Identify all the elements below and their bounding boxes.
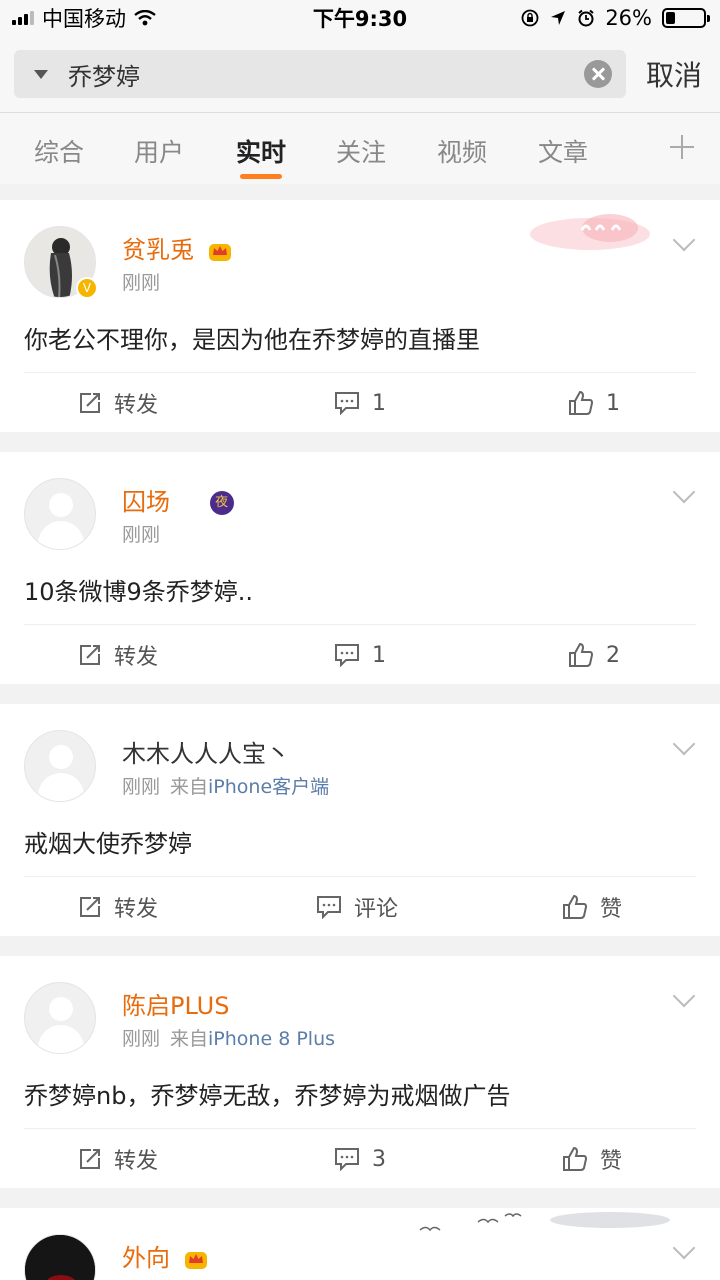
username[interactable]: 外向 [122, 1238, 208, 1273]
vip-crown-icon [208, 244, 231, 261]
night-badge-icon: 夜 [209, 491, 234, 515]
carrier-label: 中国移动 [42, 7, 126, 31]
repost-button[interactable]: 转发 [78, 373, 158, 433]
search-header: 乔梦婷 取消 [0, 36, 720, 112]
tab-users[interactable]: 用户 [134, 133, 184, 169]
repost-button[interactable]: 转发 [78, 877, 158, 937]
status-bar: 中国移动 下午9:30 26% [0, 0, 720, 36]
battery-icon [662, 8, 710, 28]
post-actions: 转发 1 1 [24, 372, 696, 432]
thumbs-up-icon [563, 894, 588, 919]
post-content[interactable]: 戒烟大使乔梦婷 [24, 824, 192, 859]
tab-realtime[interactable]: 实时 [236, 133, 286, 169]
post-source-link[interactable]: iPhone 8 Plus [208, 1028, 335, 1050]
username[interactable]: 木木人人人宝丶 [122, 734, 290, 769]
comment-button[interactable]: 评论 [316, 877, 398, 937]
comment-icon [335, 1148, 359, 1171]
post-content[interactable]: 10条微博9条乔梦婷.. [24, 572, 253, 607]
like-button[interactable]: 赞 [562, 1129, 622, 1189]
username[interactable]: 囚场 夜 [122, 482, 234, 517]
avatar[interactable] [24, 730, 96, 802]
avatar[interactable] [24, 1234, 96, 1280]
chevron-down-icon[interactable] [672, 984, 696, 1008]
vip-crown-icon [184, 1252, 207, 1269]
feed-card[interactable]: 外向 [0, 1208, 720, 1280]
like-button[interactable]: 赞 [562, 877, 622, 937]
tab-comprehensive[interactable]: 综合 [34, 133, 84, 169]
comment-icon [317, 896, 341, 919]
repost-button[interactable]: 转发 [78, 1129, 158, 1189]
search-box[interactable]: 乔梦婷 [14, 50, 626, 98]
post-actions: 转发 3 赞 [24, 1128, 696, 1188]
feed-card[interactable]: 陈启PLUS 刚刚 来自iPhone 8 Plus 乔梦婷nb，乔梦婷无敌，乔梦婷… [0, 956, 720, 1188]
post-meta: 刚刚 来自iPhone 8 Plus [122, 1028, 336, 1050]
comment-button[interactable]: 3 [334, 1129, 386, 1189]
post-source-link[interactable]: iPhone客户端 [208, 776, 329, 798]
active-tab-indicator [240, 174, 282, 179]
post-content[interactable]: 乔梦婷nb，乔梦婷无敌，乔梦婷为戒烟做广告 [24, 1076, 510, 1111]
tab-video[interactable]: 视频 [437, 133, 487, 169]
location-icon [551, 11, 566, 25]
cloud-decoration-icon [530, 214, 650, 250]
repost-button[interactable]: 转发 [78, 625, 158, 685]
like-button[interactable]: 1 [568, 373, 620, 433]
feed-card[interactable]: 囚场 夜 刚刚 10条微博9条乔梦婷.. 转发 1 2 [0, 452, 720, 684]
repost-icon [80, 393, 100, 413]
post-meta: 刚刚 来自iPhone客户端 [122, 776, 330, 798]
rotation-lock-icon [521, 9, 539, 27]
alarm-icon [578, 9, 594, 27]
battery-percent: 26% [605, 6, 652, 30]
like-button[interactable]: 2 [568, 625, 620, 685]
post-meta: 刚刚 [122, 524, 161, 546]
cancel-button[interactable]: 取消 [646, 54, 702, 94]
thumbs-up-icon [569, 642, 594, 667]
clear-icon[interactable] [584, 60, 612, 88]
avatar-photo-icon [25, 1235, 95, 1280]
feed-card[interactable]: V 贫乳兎 刚刚 你老公不理你，是因为他在乔梦婷的直播里 转发 1 1 [0, 200, 720, 432]
chevron-down-icon[interactable] [672, 1236, 696, 1260]
repost-icon [80, 897, 100, 917]
verified-badge-icon: V [76, 277, 98, 299]
search-type-dropdown-icon[interactable] [34, 69, 48, 79]
post-meta: 刚刚 [122, 272, 161, 294]
username[interactable]: 陈启PLUS [122, 986, 229, 1021]
comment-button[interactable]: 1 [334, 625, 386, 685]
chevron-down-icon[interactable] [672, 480, 696, 504]
thumbs-up-icon [569, 390, 594, 415]
repost-icon [80, 1149, 100, 1169]
comment-button[interactable]: 1 [334, 373, 386, 433]
add-tab-icon[interactable] [670, 135, 694, 159]
username[interactable]: 贫乳兎 [122, 230, 232, 265]
avatar[interactable] [24, 478, 96, 550]
tab-articles[interactable]: 文章 [538, 133, 588, 169]
signal-icon [12, 11, 34, 25]
search-input[interactable]: 乔梦婷 [68, 57, 584, 92]
comment-icon [335, 392, 359, 415]
feed-card[interactable]: 木木人人人宝丶 刚刚 来自iPhone客户端 戒烟大使乔梦婷 转发 评论 赞 [0, 704, 720, 936]
wifi-icon [134, 10, 156, 26]
avatar[interactable] [24, 982, 96, 1054]
chevron-down-icon[interactable] [672, 228, 696, 252]
comment-icon [335, 644, 359, 667]
thumbs-up-icon [563, 1146, 588, 1171]
chevron-down-icon[interactable] [672, 732, 696, 756]
birds-decoration-icon [419, 1212, 670, 1232]
post-content[interactable]: 你老公不理你，是因为他在乔梦婷的直播里 [24, 320, 480, 355]
tab-following[interactable]: 关注 [336, 133, 386, 169]
post-actions: 转发 评论 赞 [24, 876, 696, 936]
repost-icon [80, 645, 100, 665]
post-actions: 转发 1 2 [24, 624, 696, 684]
tab-bar: 综合 用户 实时 关注 视频 文章 [0, 112, 720, 184]
